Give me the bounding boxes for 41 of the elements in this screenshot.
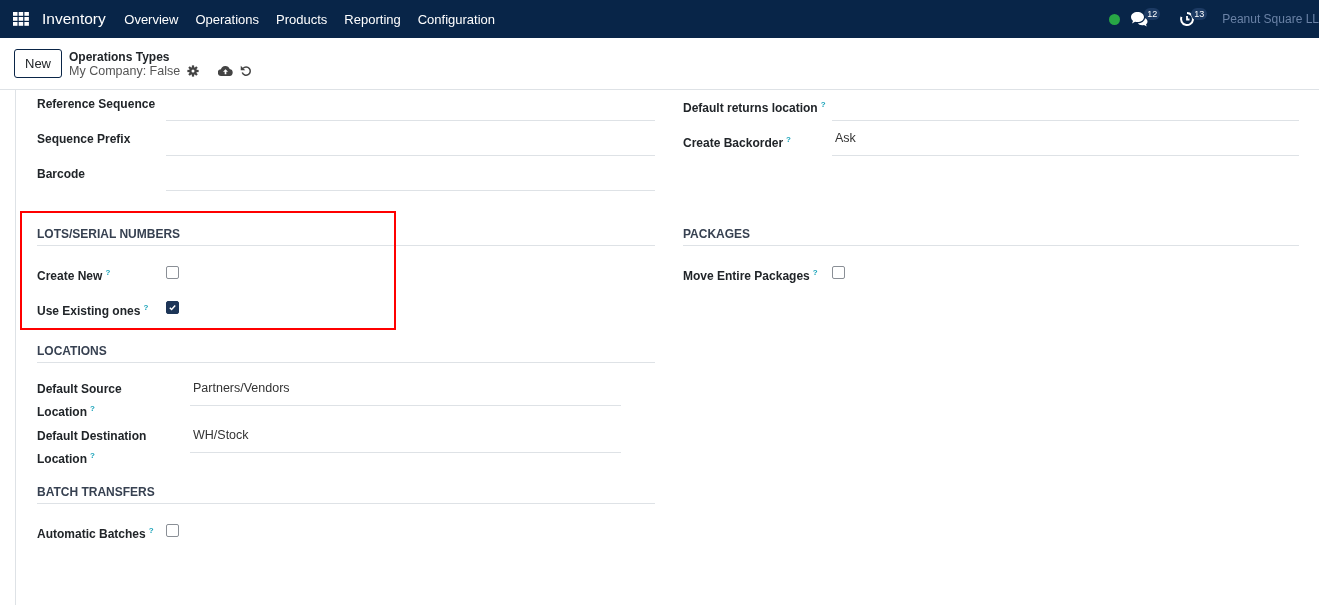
field-label: Reference Sequence: [37, 97, 156, 111]
apps-menu-icon[interactable]: [13, 12, 29, 26]
menu-item[interactable]: Products: [276, 11, 328, 27]
field-label: Barcode: [37, 167, 86, 181]
new-button[interactable]: New: [14, 49, 62, 78]
input-field[interactable]: WH/Stock: [190, 424, 621, 453]
field-label: Move Entire Packages $^{?}$: [683, 269, 818, 283]
field-label: Use Existing ones $^{?}$: [37, 304, 149, 318]
field-label: Create Backorder $^{?}$: [683, 136, 791, 150]
breadcrumb-link[interactable]: Operations Types: [69, 49, 253, 64]
field-label: Sequence Prefix: [37, 132, 131, 146]
message-count: 12: [1144, 8, 1161, 20]
field-label: Automatic Batches $^{?}$: [37, 527, 154, 541]
field-label: Default Source Location $^{?}$: [37, 382, 122, 419]
section-heading: LOTS/SERIAL NUMBERS: [37, 227, 655, 246]
menu-item[interactable]: Overview: [124, 11, 179, 27]
input-field[interactable]: Partners/Vendors: [190, 377, 621, 406]
company-name[interactable]: Peanut Square LL: [1222, 12, 1319, 26]
clock-icon[interactable]: [1179, 11, 1196, 27]
field-label: Default returns location $^{?}$: [683, 101, 826, 115]
cloud-upload-icon[interactable]: [218, 64, 234, 77]
record-name: My Company: False: [69, 63, 181, 78]
section-heading: LOCATIONS: [37, 344, 655, 363]
checkbox[interactable]: [832, 266, 845, 279]
input-field[interactable]: Ask: [832, 127, 1299, 156]
activity-count: 13: [1191, 8, 1208, 20]
check-icon: [168, 303, 177, 312]
field-label: Create New $^{?}$: [37, 269, 111, 283]
chat-icon[interactable]: [1130, 11, 1149, 27]
section-heading: PACKAGES: [683, 227, 1299, 246]
checkbox[interactable]: [166, 301, 179, 314]
checkbox[interactable]: [166, 524, 179, 537]
menu-item[interactable]: Operations: [195, 11, 260, 27]
menu-item[interactable]: Configuration: [417, 11, 496, 27]
section-heading: BATCH TRANSFERS: [37, 485, 655, 504]
app-name[interactable]: Inventory: [42, 10, 106, 28]
settings-icon[interactable]: [187, 64, 200, 77]
checkbox[interactable]: [166, 266, 179, 279]
field-label: Default Destination Location $^{?}$: [37, 429, 147, 466]
menu-item[interactable]: Reporting: [344, 11, 401, 27]
undo-icon[interactable]: [240, 64, 253, 77]
